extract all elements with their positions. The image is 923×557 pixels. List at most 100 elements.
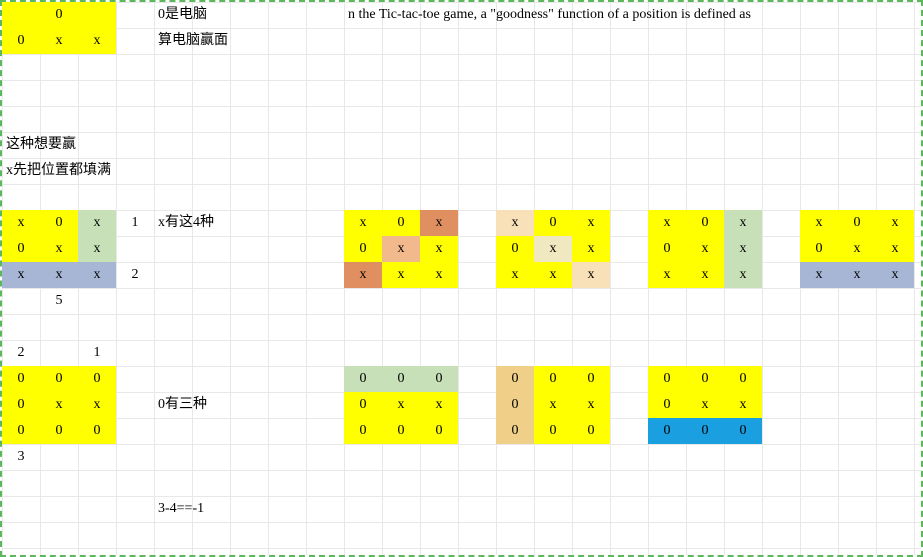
o-grid-4-r2c0[interactable]: 0 xyxy=(648,418,686,444)
cell[interactable]: x xyxy=(78,28,116,54)
x-grid-3-r1c2[interactable]: x xyxy=(572,236,610,262)
label-x-4-kinds[interactable]: x有这4种 xyxy=(154,210,268,236)
heading-want-win[interactable]: 这种想要赢 xyxy=(2,132,192,158)
x-grid-1-r1c0[interactable]: 0 xyxy=(2,236,40,262)
o-grid-1-r1c2[interactable]: x xyxy=(78,392,116,418)
o-grid-2-r0c1[interactable]: 0 xyxy=(382,366,420,392)
x-grid-2-r0c1[interactable]: 0 xyxy=(382,210,420,236)
num-1b[interactable]: 1 xyxy=(78,340,116,366)
o-grid-3-r1c1[interactable]: x xyxy=(534,392,572,418)
o-grid-1-r1c0[interactable]: 0 xyxy=(2,392,40,418)
calc-result[interactable]: 3-4==-1 xyxy=(154,496,268,522)
note-compute-win[interactable]: 算电脑赢面 xyxy=(154,28,268,54)
o-grid-4-r0c1[interactable]: 0 xyxy=(686,366,724,392)
x-grid-2-r2c2[interactable]: x xyxy=(420,262,458,288)
x-grid-1-r0c0[interactable]: x xyxy=(2,210,40,236)
spreadsheet-area[interactable]: 00xx0是电脑算电脑赢面n the Tic-tac-toe game, a "… xyxy=(0,0,923,557)
o-grid-2-r0c2[interactable]: 0 xyxy=(420,366,458,392)
cell[interactable]: 0 xyxy=(40,2,78,28)
x-grid-4-r1c2[interactable]: x xyxy=(724,236,762,262)
o-grid-4-r1c2[interactable]: x xyxy=(724,392,762,418)
x-grid-2-r0c2[interactable]: x xyxy=(420,210,458,236)
o-grid-1-r1c1[interactable]: x xyxy=(40,392,78,418)
x-grid-5-r0c0[interactable]: x xyxy=(800,210,838,236)
x-grid-3-r1c1[interactable]: x xyxy=(534,236,572,262)
o-grid-3-r2c2[interactable]: 0 xyxy=(572,418,610,444)
x-grid-1-r1c2[interactable]: x xyxy=(78,236,116,262)
x-grid-1-r2c1[interactable]: x xyxy=(40,262,78,288)
o-grid-2-r1c0[interactable]: 0 xyxy=(344,392,382,418)
x-grid-4-r2c2[interactable]: x xyxy=(724,262,762,288)
o-grid-4-r0c2[interactable]: 0 xyxy=(724,366,762,392)
o-grid-3-r2c0[interactable]: 0 xyxy=(496,418,534,444)
num-5[interactable]: 5 xyxy=(40,288,78,314)
x-grid-4-r0c1[interactable]: 0 xyxy=(686,210,724,236)
o-grid-4-r1c0[interactable]: 0 xyxy=(648,392,686,418)
x-grid-4-r0c0[interactable]: x xyxy=(648,210,686,236)
x-grid-1-r2c2[interactable]: x xyxy=(78,262,116,288)
x-grid-5-r1c0[interactable]: 0 xyxy=(800,236,838,262)
o-grid-1-r0c0[interactable]: 0 xyxy=(2,366,40,392)
x-grid-5-r2c1[interactable]: x xyxy=(838,262,876,288)
o-grid-1-r0c2[interactable]: 0 xyxy=(78,366,116,392)
o-grid-2-r2c0[interactable]: 0 xyxy=(344,418,382,444)
o-grid-2-r1c1[interactable]: x xyxy=(382,392,420,418)
x-grid-5-r2c2[interactable]: x xyxy=(876,262,914,288)
x-grid-4-r0c2[interactable]: x xyxy=(724,210,762,236)
o-grid-3-r0c1[interactable]: 0 xyxy=(534,366,572,392)
cell[interactable]: x xyxy=(40,28,78,54)
x-grid-3-r2c1[interactable]: x xyxy=(534,262,572,288)
o-grid-3-r1c2[interactable]: x xyxy=(572,392,610,418)
o-grid-1-r0c1[interactable]: 0 xyxy=(40,366,78,392)
x-grid-4-r1c0[interactable]: 0 xyxy=(648,236,686,262)
o-grid-1-r2c1[interactable]: 0 xyxy=(40,418,78,444)
o-grid-4-r2c1[interactable]: 0 xyxy=(686,418,724,444)
x-grid-2-r1c2[interactable]: x xyxy=(420,236,458,262)
x-grid-2-r0c0[interactable]: x xyxy=(344,210,382,236)
o-grid-3-r0c2[interactable]: 0 xyxy=(572,366,610,392)
o-grid-2-r1c2[interactable]: x xyxy=(420,392,458,418)
num-2[interactable]: 2 xyxy=(116,262,154,288)
x-grid-5-r0c2[interactable]: x xyxy=(876,210,914,236)
label-0-3-kinds[interactable]: 0有三种 xyxy=(154,392,268,418)
x-grid-4-r2c1[interactable]: x xyxy=(686,262,724,288)
x-grid-4-r2c0[interactable]: x xyxy=(648,262,686,288)
o-grid-3-r1c0[interactable]: 0 xyxy=(496,392,534,418)
x-grid-1-r0c2[interactable]: x xyxy=(78,210,116,236)
o-grid-4-r0c0[interactable]: 0 xyxy=(648,366,686,392)
x-grid-2-r1c1[interactable]: x xyxy=(382,236,420,262)
num-1[interactable]: 1 xyxy=(116,210,154,236)
cell[interactable] xyxy=(78,2,116,28)
o-grid-4-r1c1[interactable]: x xyxy=(686,392,724,418)
o-grid-3-r0c0[interactable]: 0 xyxy=(496,366,534,392)
x-grid-3-r1c0[interactable]: 0 xyxy=(496,236,534,262)
x-grid-2-r2c0[interactable]: x xyxy=(344,262,382,288)
o-grid-2-r2c1[interactable]: 0 xyxy=(382,418,420,444)
x-grid-5-r1c1[interactable]: x xyxy=(838,236,876,262)
num-2b[interactable]: 2 xyxy=(2,340,40,366)
cell[interactable]: 0 xyxy=(2,28,40,54)
o-grid-4-r2c2[interactable]: 0 xyxy=(724,418,762,444)
note-0-is-computer[interactable]: 0是电脑 xyxy=(154,2,268,28)
o-grid-2-r0c0[interactable]: 0 xyxy=(344,366,382,392)
x-grid-5-r1c2[interactable]: x xyxy=(876,236,914,262)
long-description[interactable]: n the Tic-tac-toe game, a "goodness" fun… xyxy=(344,2,914,28)
heading-x-fill[interactable]: x先把位置都填满 xyxy=(2,158,230,184)
o-grid-2-r2c2[interactable]: 0 xyxy=(420,418,458,444)
x-grid-3-r0c2[interactable]: x xyxy=(572,210,610,236)
o-grid-3-r2c1[interactable]: 0 xyxy=(534,418,572,444)
x-grid-3-r2c0[interactable]: x xyxy=(496,262,534,288)
x-grid-2-r1c0[interactable]: 0 xyxy=(344,236,382,262)
x-grid-5-r0c1[interactable]: 0 xyxy=(838,210,876,236)
cell[interactable] xyxy=(2,2,40,28)
o-grid-1-r2c0[interactable]: 0 xyxy=(2,418,40,444)
x-grid-3-r2c2[interactable]: x xyxy=(572,262,610,288)
x-grid-2-r2c1[interactable]: x xyxy=(382,262,420,288)
x-grid-5-r2c0[interactable]: x xyxy=(800,262,838,288)
x-grid-3-r0c1[interactable]: 0 xyxy=(534,210,572,236)
x-grid-1-r1c1[interactable]: x xyxy=(40,236,78,262)
x-grid-3-r0c0[interactable]: x xyxy=(496,210,534,236)
x-grid-1-r2c0[interactable]: x xyxy=(2,262,40,288)
x-grid-4-r1c1[interactable]: x xyxy=(686,236,724,262)
x-grid-1-r0c1[interactable]: 0 xyxy=(40,210,78,236)
